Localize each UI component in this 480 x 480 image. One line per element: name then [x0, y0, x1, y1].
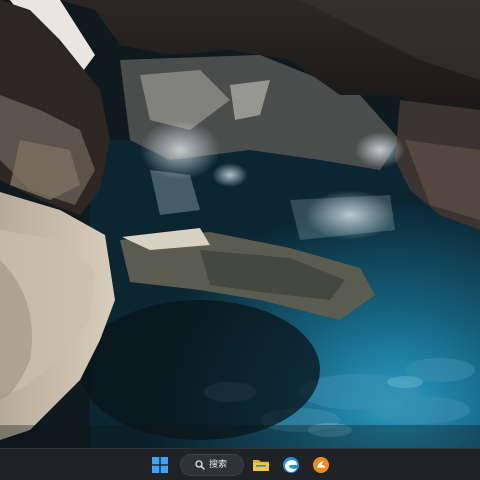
- windows-logo-icon: [152, 457, 168, 473]
- search-icon: [195, 460, 205, 470]
- desktop[interactable]: [0, 0, 480, 448]
- edge-browser-button[interactable]: [281, 455, 301, 475]
- edge-browser-icon: [282, 456, 300, 474]
- taskbar-search-box[interactable]: 搜索: [180, 454, 244, 476]
- start-button[interactable]: [150, 455, 170, 475]
- taskbar: 搜索: [0, 448, 480, 480]
- search-label: 搜索: [209, 459, 228, 470]
- app-button[interactable]: [311, 455, 331, 475]
- wallpaper-cave-image: [0, 0, 480, 448]
- folder-icon: [252, 457, 270, 473]
- file-explorer-button[interactable]: [251, 455, 271, 475]
- orange-app-icon: [312, 456, 330, 474]
